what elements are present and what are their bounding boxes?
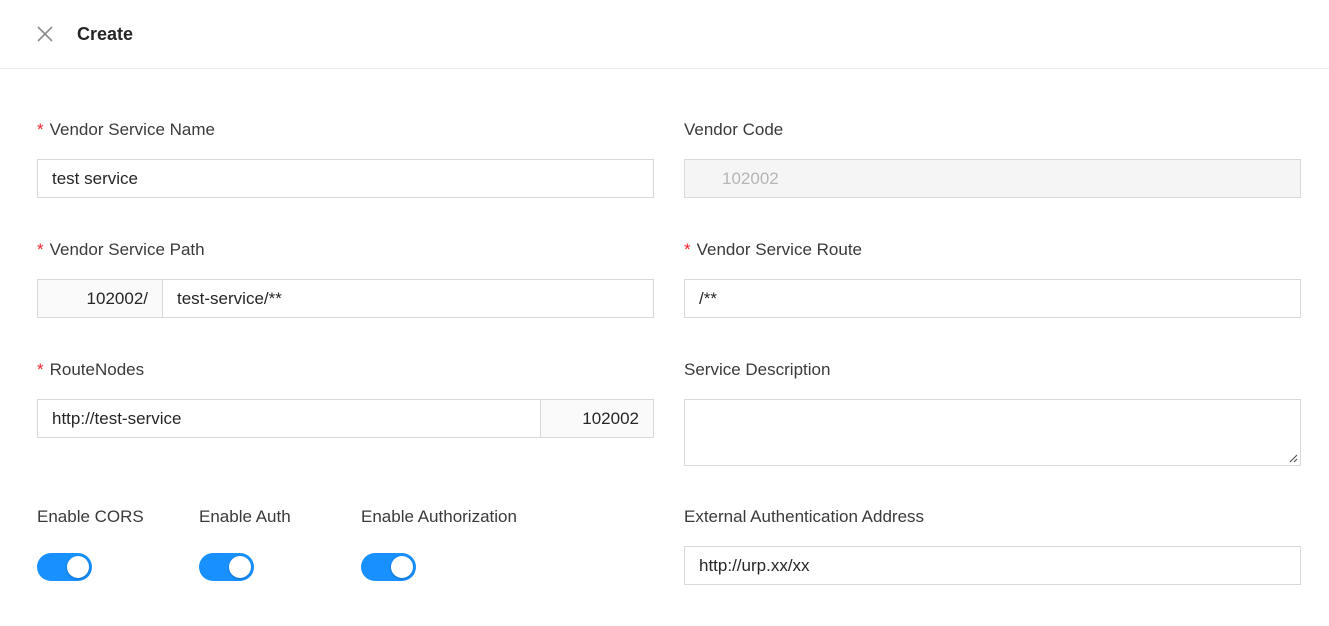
vendor-code-label: Vendor Code [684,120,784,139]
vendor-service-name-label: * Vendor Service Name [37,120,215,139]
vendor-service-route-input[interactable]: /** [684,279,1301,318]
service-description-label: Service Description [684,360,831,379]
required-mark: * [37,120,44,139]
close-button[interactable] [36,25,54,43]
vendor-code-input: 102002 [684,159,1301,198]
service-description-textarea[interactable] [684,399,1301,466]
external-auth-address-label: External Authentication Address [684,507,925,526]
switch-knob [67,556,89,578]
switch-knob [229,556,251,578]
route-nodes-input[interactable]: http://test-service [37,399,541,438]
vendor-service-name-input[interactable]: test service [37,159,654,198]
enable-authorization-switch[interactable] [361,553,416,581]
vendor-service-path-prefix: 102002/ [37,279,163,318]
required-mark: * [37,360,44,379]
required-mark: * [37,240,44,259]
route-nodes-suffix: 102002 [540,399,654,438]
page-title: Create [77,24,134,44]
required-mark: * [684,240,691,259]
close-icon [37,26,53,42]
drawer-header: Create [0,0,1329,69]
vendor-service-route-label: * Vendor Service Route [684,240,863,259]
vendor-service-path-input[interactable]: test-service/** [162,279,654,318]
enable-cors-switch[interactable] [37,553,92,581]
enable-authorization-label: Enable Authorization [361,507,517,526]
switch-knob [391,556,413,578]
resize-grip-icon[interactable] [1288,453,1298,463]
enable-auth-switch[interactable] [199,553,254,581]
route-nodes-label: * RouteNodes [37,360,145,379]
enable-auth-label: Enable Auth [199,507,291,526]
enable-cors-label: Enable CORS [37,507,144,526]
external-auth-address-input[interactable]: http://urp.xx/xx [684,546,1301,585]
vendor-service-path-label: * Vendor Service Path [37,240,205,259]
